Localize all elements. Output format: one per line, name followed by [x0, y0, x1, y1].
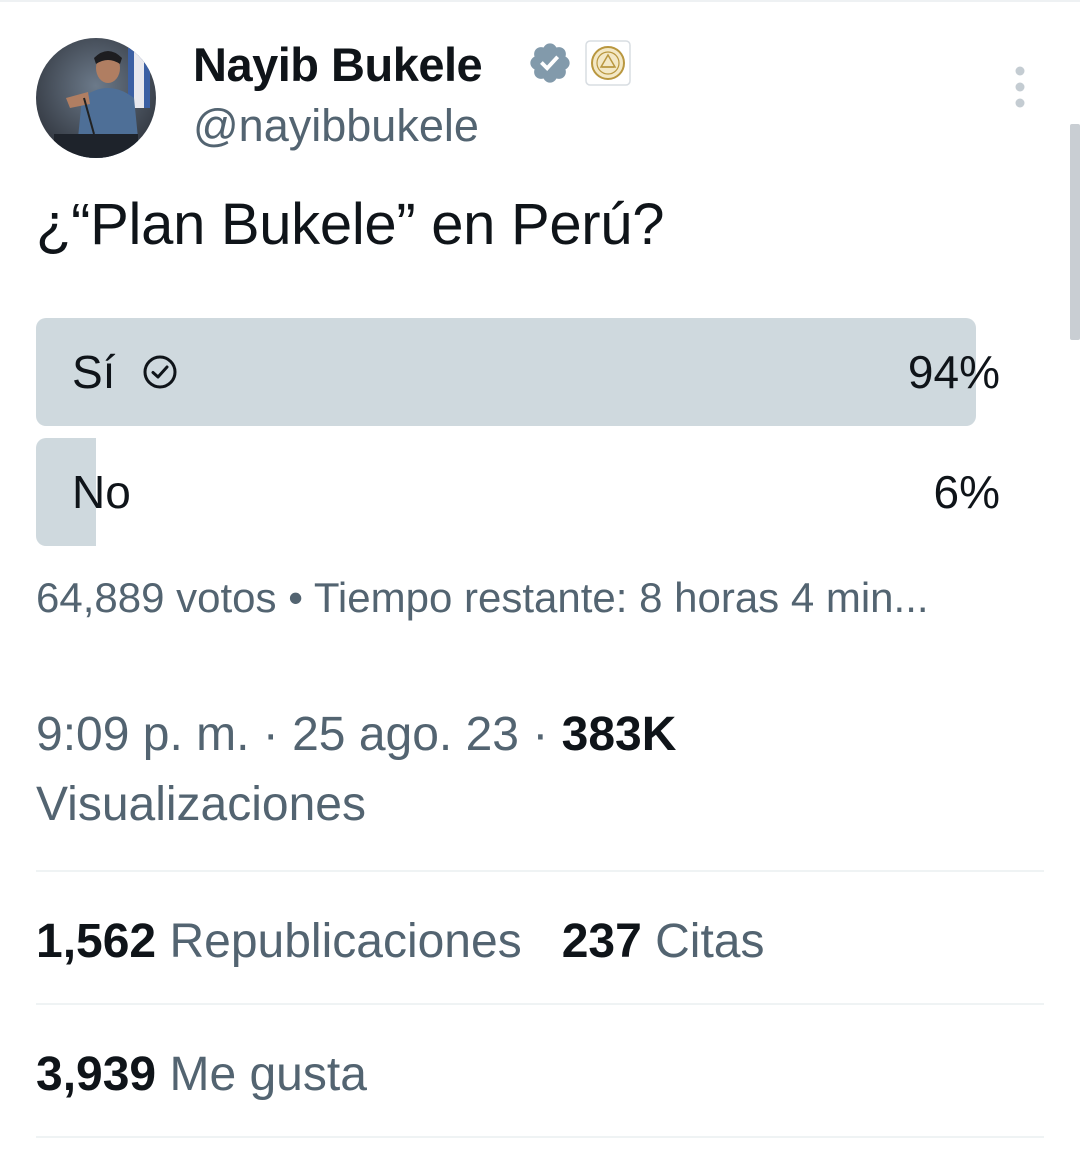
divider	[36, 1136, 1044, 1138]
reposts-count: 1,562	[36, 915, 157, 968]
poll-time-remaining: Tiempo restante: 8 horas 4 min...	[313, 574, 929, 621]
quotes-count: 237	[561, 915, 642, 968]
author-name[interactable]: Nayib Bukele	[193, 38, 483, 92]
tweet-meta: 9:09 p. m. · 25 ago. 23 · 383K	[36, 702, 676, 768]
poll-footer: 64,889 votos • Tiempo restante: 8 horas …	[36, 570, 929, 626]
divider	[36, 870, 1044, 872]
author-avatar[interactable]	[36, 38, 156, 158]
poll-option-no[interactable]: No 6%	[36, 438, 1006, 546]
likes-count: 3,939	[36, 1048, 157, 1101]
views-label: Visualizaciones	[36, 778, 366, 831]
reposts-label: Republicaciones	[169, 915, 522, 968]
poll-vote-count: 64,889 votos	[36, 574, 277, 621]
government-seal-icon[interactable]	[585, 40, 631, 86]
likes-label: Me gusta	[169, 1048, 367, 1101]
reposts-link[interactable]: 1,562 Republicaciones	[36, 915, 522, 968]
poll-option-percent: 6%	[933, 466, 1000, 518]
quotes-label: Citas	[655, 915, 765, 968]
top-divider	[0, 0, 1080, 2]
likes-row: 3,939 Me gusta	[36, 1043, 367, 1107]
verified-badge-icon[interactable]	[527, 40, 573, 86]
reposts-quotes-row: 1,562 Republicaciones 237 Citas	[36, 910, 765, 974]
poll-option-percent: 94%	[907, 346, 1000, 398]
voted-check-icon	[143, 355, 177, 389]
poll-option-si[interactable]: Sí 94%	[36, 318, 1006, 426]
avatar-photo	[36, 38, 156, 158]
tweet-timestamp[interactable]: 9:09 p. m. · 25 ago. 23 ·	[36, 708, 562, 761]
scrollbar[interactable]	[1070, 124, 1080, 340]
quotes-link[interactable]: 237 Citas	[562, 915, 765, 968]
more-options-icon[interactable]	[1004, 62, 1036, 112]
tweet-text: ¿“Plan Bukele” en Perú?	[36, 192, 665, 257]
author-handle[interactable]: @nayibbukele	[193, 100, 479, 152]
poll-option-label: No	[72, 466, 131, 518]
views-count: 383K	[561, 708, 677, 761]
likes-link[interactable]: 3,939 Me gusta	[36, 1048, 367, 1101]
poll-separator: •	[288, 574, 303, 621]
poll-option-label: Sí	[72, 346, 116, 398]
divider	[36, 1003, 1044, 1005]
